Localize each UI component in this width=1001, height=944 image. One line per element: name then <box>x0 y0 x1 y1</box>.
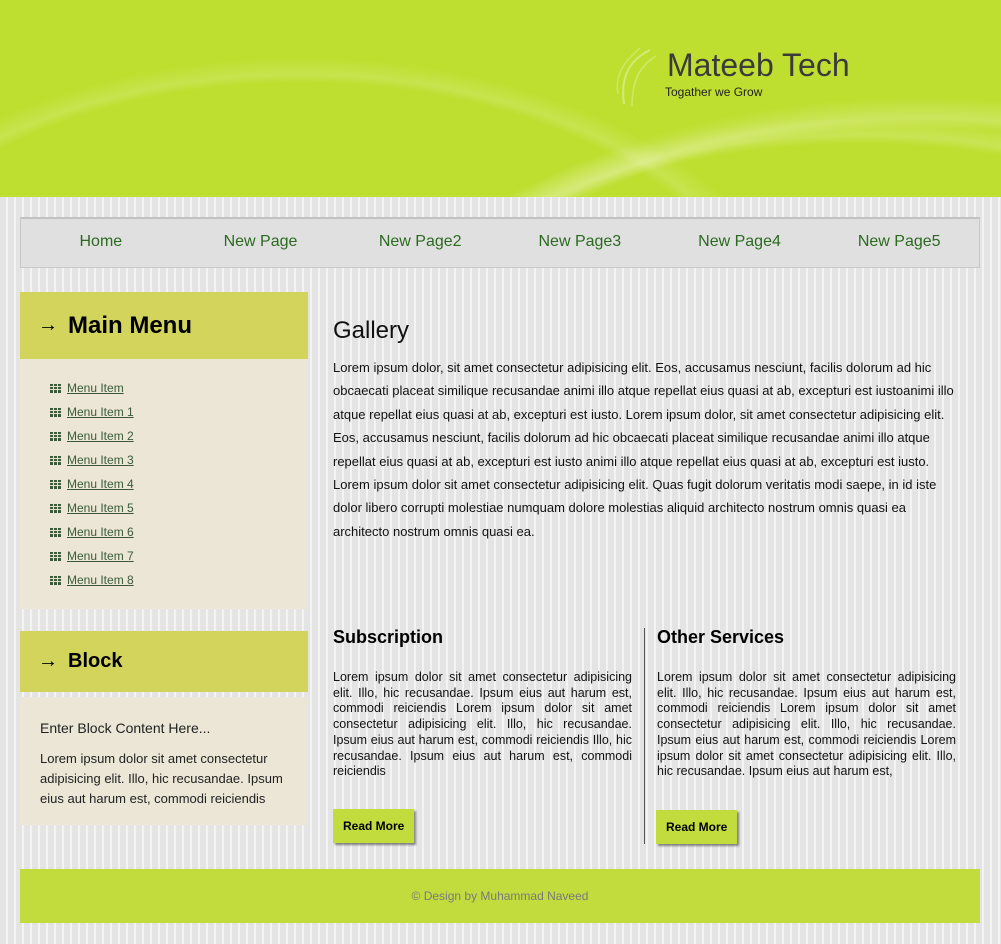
nav-home[interactable]: Home <box>21 219 181 267</box>
gallery-text: Lorem ipsum dolor, sit amet consectetur … <box>333 360 954 539</box>
menu-item: Menu Item 4 <box>50 472 134 496</box>
table-grid-icon <box>50 407 61 417</box>
brand: Mateeb Tech Togather we Grow <box>665 47 850 99</box>
menu-item: Menu Item 6 <box>50 520 134 544</box>
menu-item: Menu Item 5 <box>50 496 134 520</box>
block-body: Enter Block Content Here... Lorem ipsum … <box>20 697 308 825</box>
menu-item-4-link[interactable]: Menu Item 4 <box>67 477 134 491</box>
site-title[interactable]: Mateeb Tech <box>667 47 850 83</box>
subscription-read-more-button[interactable]: Read More <box>333 809 415 843</box>
menu-item: Menu Item 1 <box>50 400 134 424</box>
nav-new-page[interactable]: New Page <box>181 219 341 267</box>
table-grid-icon <box>50 575 61 585</box>
site-footer: © Design by Muhammad Naveed <box>20 869 980 923</box>
main-menu-body: Menu Item Menu Item 1 Menu Item 2 Menu I… <box>20 359 308 609</box>
table-grid-icon <box>50 551 61 561</box>
main-menu-list: Menu Item Menu Item 1 Menu Item 2 Menu I… <box>50 376 134 592</box>
footer-credit: © Design by Muhammad Naveed <box>411 889 589 903</box>
table-grid-icon <box>50 503 61 513</box>
nav-new-page4[interactable]: New Page4 <box>660 219 820 267</box>
table-grid-icon <box>50 383 61 393</box>
services-text: Lorem ipsum dolor sit amet consectetur a… <box>657 670 956 779</box>
site-header: Mateeb Tech Togather we Grow <box>0 0 1001 197</box>
services-read-more-button[interactable]: Read More <box>656 810 738 844</box>
menu-item-6-link[interactable]: Menu Item 6 <box>67 525 134 539</box>
arrow-right-icon: → <box>38 314 58 336</box>
menu-item-1-link[interactable]: Menu Item 1 <box>67 405 134 419</box>
block-text: Lorem ipsum dolor sit amet consectetur a… <box>40 751 283 806</box>
site-slogan: Togather we Grow <box>665 85 763 99</box>
block-header: → Block <box>20 631 308 692</box>
menu-item: Menu Item 2 <box>50 424 134 448</box>
table-grid-icon <box>50 431 61 441</box>
menu-item: Menu Item 3 <box>50 448 134 472</box>
nav-new-page5[interactable]: New Page5 <box>819 219 979 267</box>
menu-item-8-link[interactable]: Menu Item 8 <box>67 573 134 587</box>
logo-swirl-icon <box>616 47 657 107</box>
menu-item: Menu Item <box>50 376 134 400</box>
menu-item: Menu Item 8 <box>50 568 134 592</box>
main-navigation: Home New Page New Page2 New Page3 New Pa… <box>20 217 980 268</box>
menu-item-link[interactable]: Menu Item <box>67 381 124 395</box>
gallery-title: Gallery <box>333 317 410 344</box>
menu-item-7-link[interactable]: Menu Item 7 <box>67 549 134 563</box>
table-grid-icon <box>50 455 61 465</box>
nav-new-page3[interactable]: New Page3 <box>500 219 660 267</box>
subscription-text: Lorem ipsum dolor sit amet consectetur a… <box>333 670 632 779</box>
table-grid-icon <box>50 527 61 537</box>
menu-item-2-link[interactable]: Menu Item 2 <box>67 429 134 443</box>
menu-item: Menu Item 7 <box>50 544 134 568</box>
services-title: Other Services <box>657 627 785 647</box>
nav-new-page2[interactable]: New Page2 <box>340 219 500 267</box>
main-menu-header: → Main Menu <box>20 292 308 359</box>
menu-item-3-link[interactable]: Menu Item 3 <box>67 453 134 467</box>
block-intro: Enter Block Content Here... <box>40 720 211 736</box>
block-title: Block <box>68 650 123 672</box>
arrow-right-icon: → <box>38 650 58 672</box>
main-menu-title: Main Menu <box>68 311 192 339</box>
column-divider <box>644 628 645 844</box>
menu-item-5-link[interactable]: Menu Item 5 <box>67 501 134 515</box>
table-grid-icon <box>50 479 61 489</box>
subscription-title: Subscription <box>333 627 444 647</box>
